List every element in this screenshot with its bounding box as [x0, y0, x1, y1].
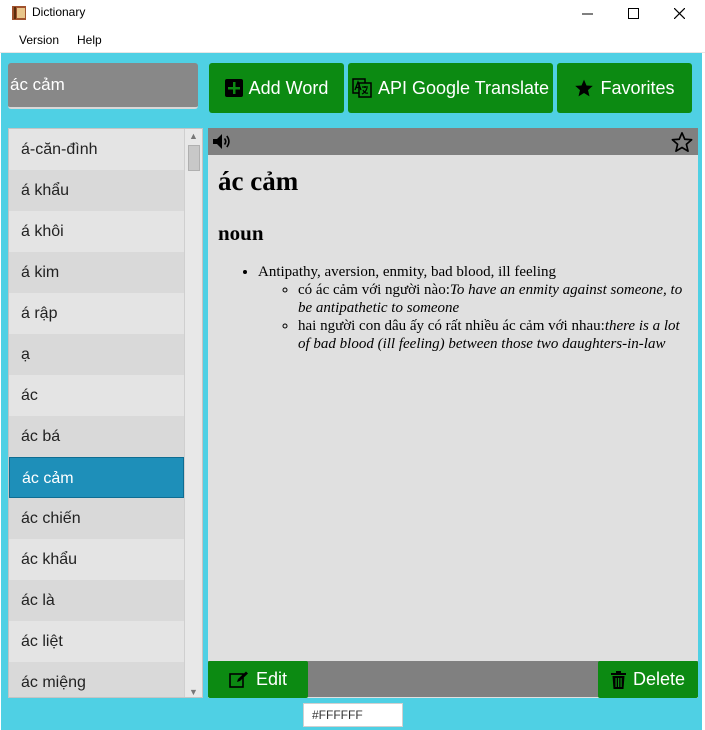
star-filled-icon: [575, 79, 594, 97]
list-item[interactable]: á-căn-đình: [9, 129, 184, 170]
meaning-text: Antipathy, aversion, enmity, bad blood, …: [258, 264, 556, 280]
favorites-label: Favorites: [600, 77, 675, 98]
minimize-button[interactable]: [564, 0, 610, 27]
star-outline-icon[interactable]: [671, 131, 693, 153]
close-icon: [673, 8, 685, 19]
list-item[interactable]: ạ: [9, 334, 184, 375]
color-picker-field[interactable]: #FFFFFF: [303, 703, 403, 727]
maximize-icon: [627, 8, 639, 19]
list-item[interactable]: ác liệt: [9, 621, 184, 662]
definition-toolbar: [208, 128, 698, 155]
list-item[interactable]: á rập: [9, 293, 184, 334]
menu-help[interactable]: Help: [77, 33, 102, 47]
example-item: hai người con dâu ấy có rất nhiều ác cảm…: [298, 317, 688, 353]
scrollbar-thumb[interactable]: [188, 145, 200, 171]
close-button[interactable]: [656, 0, 702, 27]
translate-icon: [352, 78, 372, 98]
meaning-item: Antipathy, aversion, enmity, bad blood, …: [258, 264, 688, 353]
list-item[interactable]: ác: [9, 375, 184, 416]
list-item[interactable]: ác là: [9, 580, 184, 621]
api-google-translate-button[interactable]: API Google Translate: [348, 63, 553, 113]
example-list: có ác cảm với người nào:To have an enmit…: [258, 281, 688, 353]
word-list-scrollbar[interactable]: ▲ ▼: [184, 129, 202, 697]
list-item[interactable]: á kim: [9, 252, 184, 293]
edit-button[interactable]: Edit: [208, 661, 308, 698]
word-list[interactable]: á-căn-đình á khẩu á khôi á kim á rập ạ á…: [8, 128, 203, 698]
list-item[interactable]: ác miệng: [9, 662, 184, 697]
definition-word: ác cảm: [218, 166, 299, 196]
list-item[interactable]: ác khẩu: [9, 539, 184, 580]
meaning-list: Antipathy, aversion, enmity, bad blood, …: [218, 264, 688, 353]
delete-button[interactable]: Delete: [598, 661, 698, 698]
example-item: có ác cảm với người nào:To have an enmit…: [298, 281, 688, 317]
list-item[interactable]: ác bá: [9, 416, 184, 457]
maximize-button[interactable]: [610, 0, 656, 27]
speaker-icon[interactable]: [212, 133, 232, 150]
minimize-icon: [581, 13, 593, 15]
scroll-down-icon[interactable]: ▼: [189, 687, 198, 697]
definition-content: ác cảm noun Antipathy, aversion, enmity,…: [218, 166, 688, 353]
menu-version[interactable]: Version: [19, 33, 59, 47]
list-item[interactable]: á khẩu: [9, 170, 184, 211]
edit-label: Edit: [255, 669, 288, 689]
part-of-speech: noun: [218, 221, 264, 245]
scroll-up-icon[interactable]: ▲: [189, 131, 198, 141]
favorites-button[interactable]: Favorites: [557, 63, 692, 113]
list-item[interactable]: ác chiến: [9, 498, 184, 539]
search-box: [8, 63, 198, 109]
add-word-button[interactable]: Add Word: [209, 63, 344, 113]
search-input[interactable]: [10, 71, 190, 99]
book-icon: [12, 6, 26, 20]
delete-label: Delete: [632, 669, 686, 689]
plus-square-icon: [224, 79, 243, 97]
trash-icon: [610, 670, 626, 689]
add-word-label: Add Word: [248, 77, 329, 98]
window-title: Dictionary: [32, 5, 86, 19]
api-google-translate-label: API Google Translate: [377, 77, 550, 98]
edit-icon: [229, 671, 248, 688]
example-vi: hai người con dâu ấy có rất nhiều ác cảm…: [298, 318, 605, 334]
definition-panel: ác cảm noun Antipathy, aversion, enmity,…: [208, 128, 698, 698]
list-item-selected[interactable]: ác cảm: [9, 457, 184, 498]
menu-bar: Version Help: [0, 27, 705, 53]
app-body: Add Word API Google Translate Favorites …: [1, 53, 702, 730]
title-bar: Dictionary: [0, 0, 705, 27]
example-vi: có ác cảm với người nào:: [298, 282, 450, 298]
list-item[interactable]: á khôi: [9, 211, 184, 252]
